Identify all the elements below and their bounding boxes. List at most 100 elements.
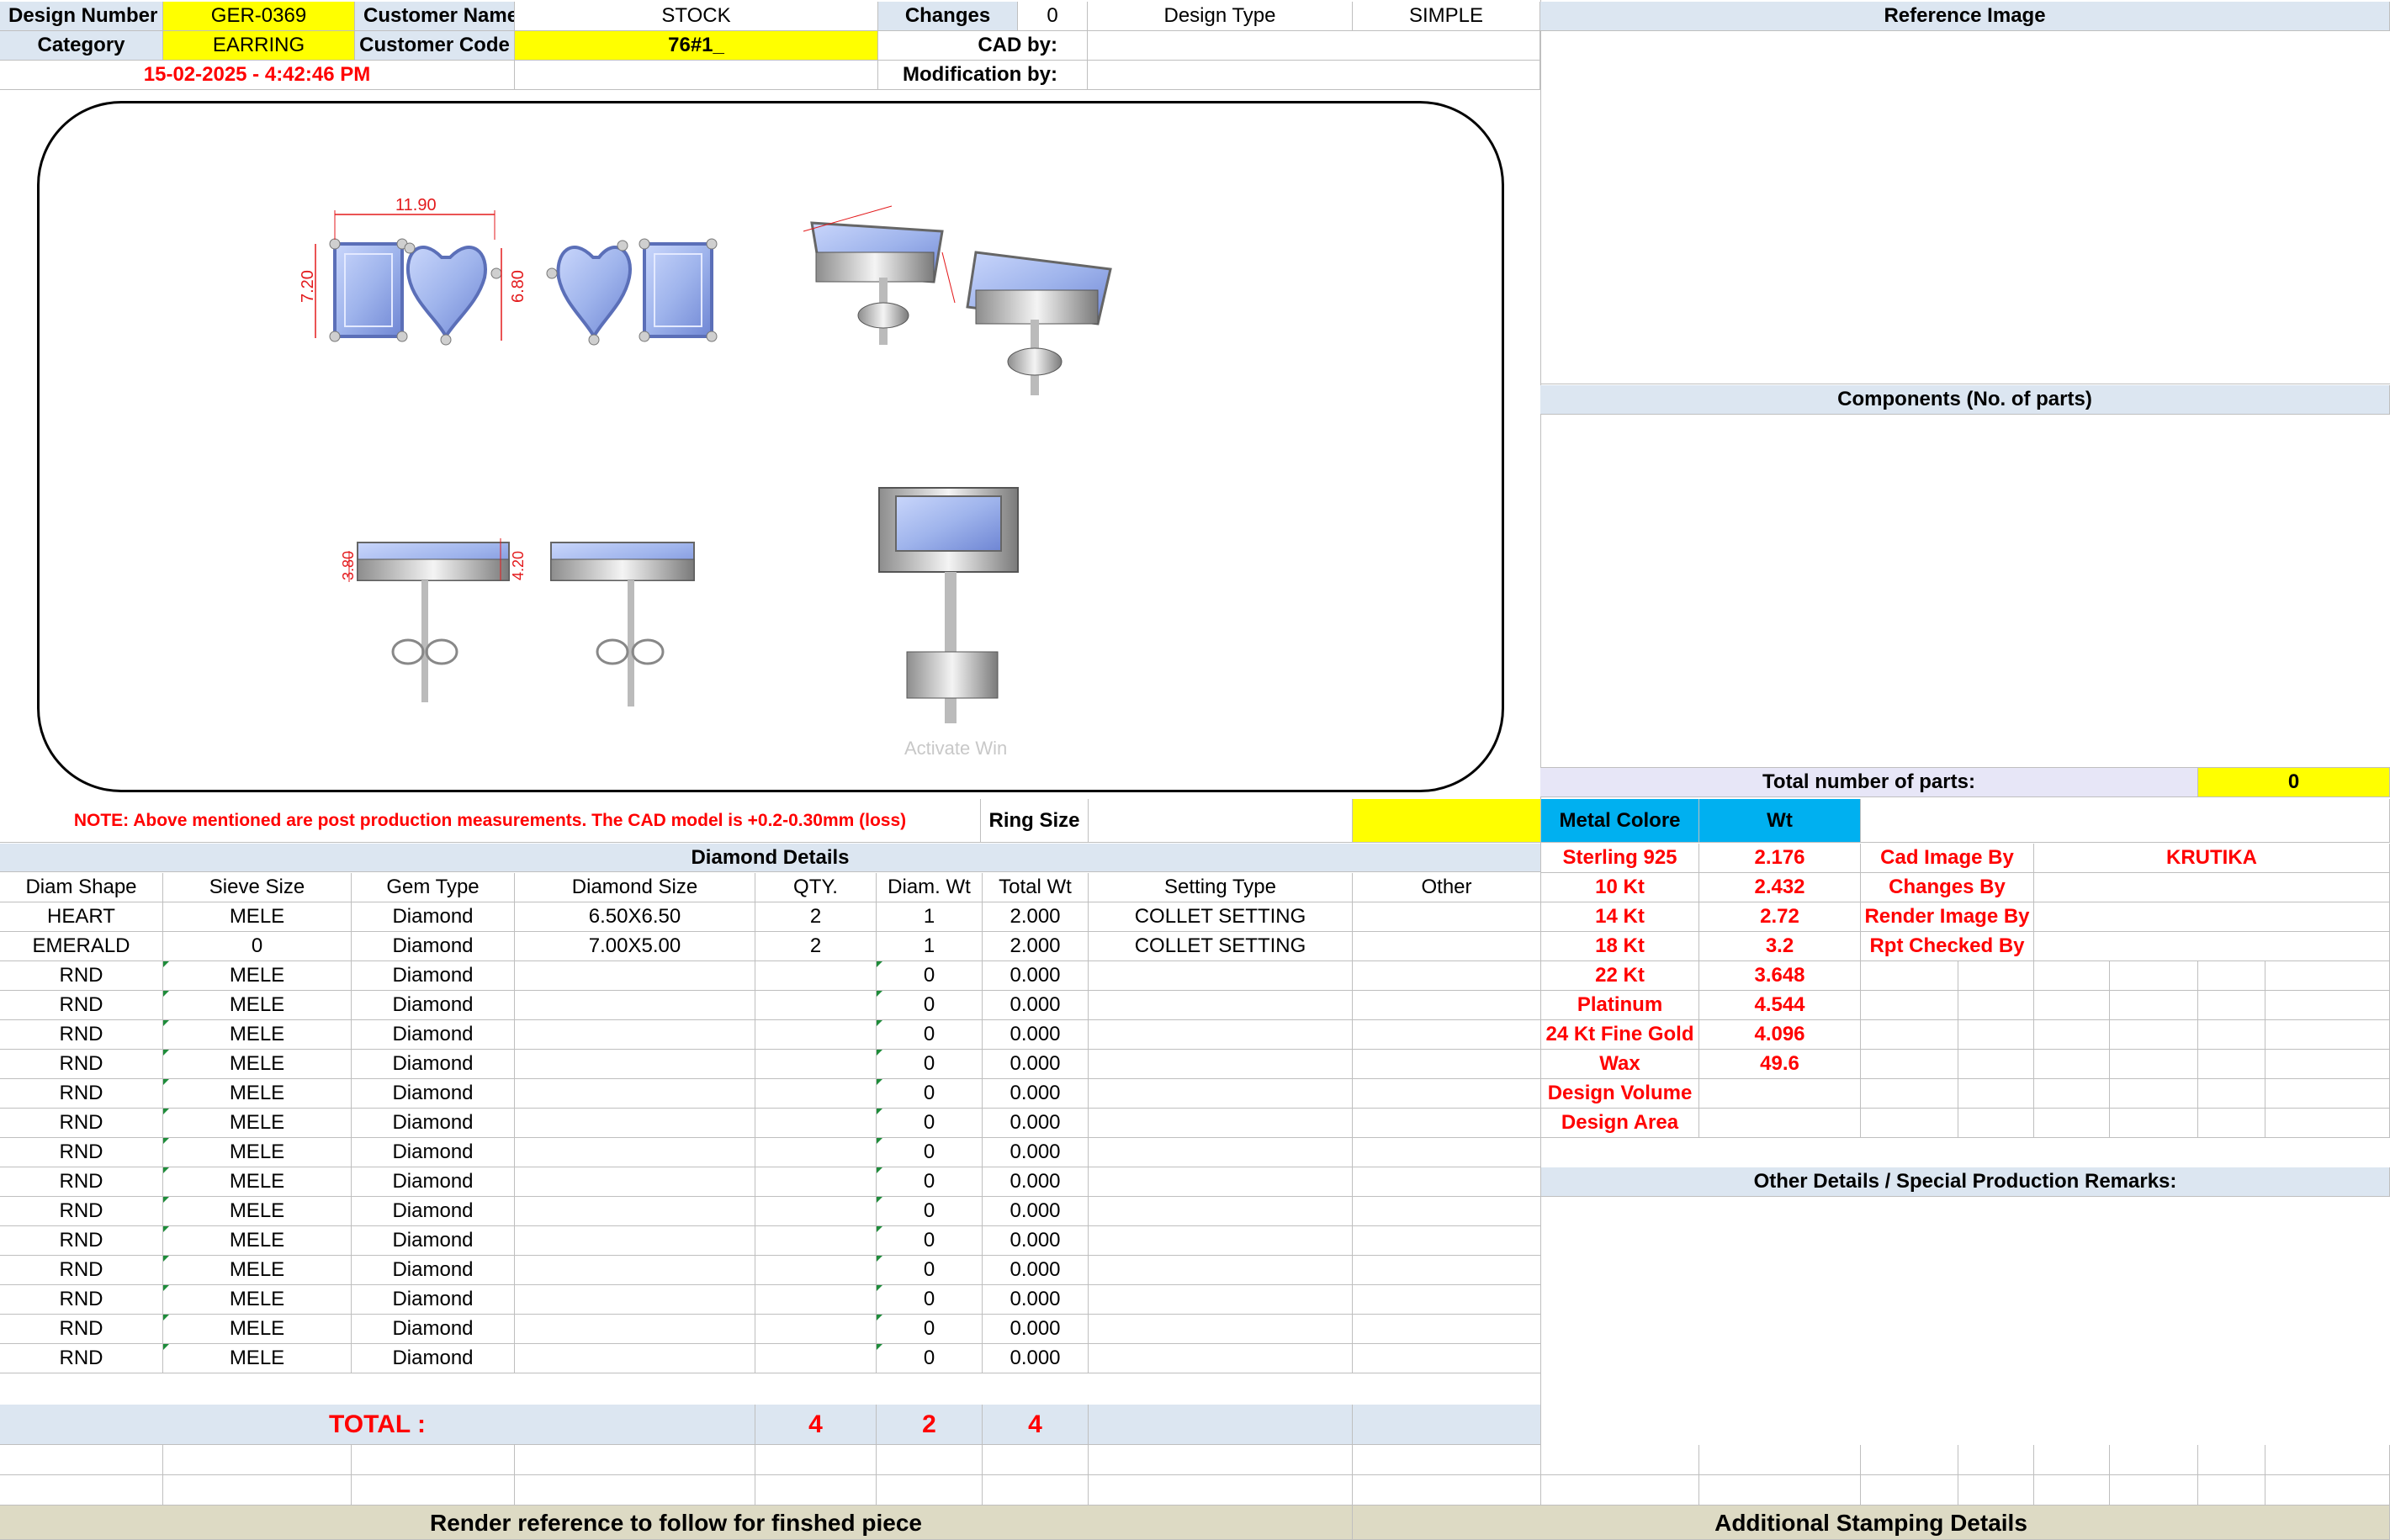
cell-diam-shape[interactable]: RND xyxy=(0,991,163,1020)
cell-diam-wt[interactable]: 0 xyxy=(877,1020,983,1050)
grid-cell[interactable] xyxy=(2110,1020,2198,1050)
grid-cell[interactable] xyxy=(2110,1109,2198,1138)
blank-cell[interactable] xyxy=(1958,1445,2034,1475)
cell-other[interactable] xyxy=(1353,1079,1541,1109)
grid-cell[interactable] xyxy=(1958,1109,2034,1138)
cell-diam-wt[interactable]: 1 xyxy=(877,902,983,932)
cell-other[interactable] xyxy=(1353,991,1541,1020)
cell-total-wt[interactable]: 0.000 xyxy=(983,1226,1089,1256)
cell-diamond-size[interactable] xyxy=(515,1020,755,1050)
grid-cell[interactable] xyxy=(1958,961,2034,991)
cell-diamond-size[interactable] xyxy=(515,1167,755,1197)
cell-diam-shape[interactable]: RND xyxy=(0,961,163,991)
cell-total-wt[interactable]: 0.000 xyxy=(983,1315,1089,1344)
cell-diam-wt[interactable]: 0 xyxy=(877,1315,983,1344)
cell-sieve-size[interactable]: MELE xyxy=(163,1256,352,1285)
grid-cell[interactable] xyxy=(2034,991,2110,1020)
cell-diam-wt[interactable]: 0 xyxy=(877,1344,983,1373)
cell-total-wt[interactable]: 0.000 xyxy=(983,1285,1089,1315)
cell-setting-type[interactable] xyxy=(1089,1197,1353,1226)
cell-sieve-size[interactable]: MELE xyxy=(163,1285,352,1315)
cell-sieve-size[interactable]: MELE xyxy=(163,1344,352,1373)
ring-size-value[interactable] xyxy=(1089,799,1353,843)
cell-diam-shape[interactable]: RND xyxy=(0,1256,163,1285)
blank-cell[interactable] xyxy=(1353,1475,1541,1506)
blank-cell[interactable] xyxy=(983,1445,1089,1475)
cell-diamond-size[interactable] xyxy=(515,1315,755,1344)
cell-diamond-size[interactable] xyxy=(515,961,755,991)
blank-cell[interactable] xyxy=(515,1475,755,1506)
cell-total-wt[interactable]: 0.000 xyxy=(983,1197,1089,1226)
grid-cell[interactable] xyxy=(2034,1020,2110,1050)
cell-other[interactable] xyxy=(1353,1226,1541,1256)
cell-setting-type[interactable] xyxy=(1089,1256,1353,1285)
blank-cell[interactable] xyxy=(163,1475,352,1506)
grid-cell[interactable] xyxy=(1958,1050,2034,1079)
cell-sieve-size[interactable]: 0 xyxy=(163,932,352,961)
blank-cell[interactable] xyxy=(1958,1475,2034,1506)
cell-diam-shape[interactable]: EMERALD xyxy=(0,932,163,961)
metal-weight[interactable]: 2.72 xyxy=(1699,902,1861,932)
cell-diam-wt[interactable]: 0 xyxy=(877,1109,983,1138)
cell-setting-type[interactable] xyxy=(1089,1167,1353,1197)
cell-sieve-size[interactable]: MELE xyxy=(163,1226,352,1256)
grid-cell[interactable] xyxy=(2265,1020,2390,1050)
cell-sieve-size[interactable]: MELE xyxy=(163,991,352,1020)
blank-cell[interactable] xyxy=(1861,1475,1958,1506)
grid-cell[interactable] xyxy=(2265,1079,2390,1109)
cell-setting-type[interactable] xyxy=(1089,1226,1353,1256)
cell-sieve-size[interactable]: MELE xyxy=(163,1109,352,1138)
blank-cell[interactable] xyxy=(983,1475,1089,1506)
cell-qty[interactable] xyxy=(755,1020,877,1050)
blank-cell[interactable] xyxy=(1699,1475,1861,1506)
cell-diam-shape[interactable]: RND xyxy=(0,1285,163,1315)
cell-diam-wt[interactable]: 0 xyxy=(877,1256,983,1285)
metal-weight[interactable]: 2.176 xyxy=(1699,844,1861,873)
cell-diam-shape[interactable]: HEART xyxy=(0,902,163,932)
blank-cell[interactable] xyxy=(2110,1475,2198,1506)
blank-cell[interactable] xyxy=(1541,1475,1699,1506)
metal-weight[interactable] xyxy=(1699,1109,1861,1138)
blank-cell[interactable] xyxy=(0,1445,163,1475)
cell-diam-wt[interactable]: 0 xyxy=(877,1197,983,1226)
cell-other[interactable] xyxy=(1353,1050,1541,1079)
cell-other[interactable] xyxy=(1353,1256,1541,1285)
cell-total-wt[interactable]: 2.000 xyxy=(983,902,1089,932)
grid-cell[interactable] xyxy=(2198,1109,2265,1138)
cell-qty[interactable] xyxy=(755,991,877,1020)
cell-diam-shape[interactable]: RND xyxy=(0,1079,163,1109)
cell-sieve-size[interactable]: MELE xyxy=(163,1315,352,1344)
grid-cell[interactable] xyxy=(2198,1020,2265,1050)
blank-cell[interactable] xyxy=(1089,1445,1353,1475)
metal-weight[interactable]: 4.544 xyxy=(1699,991,1861,1020)
cell-sieve-size[interactable]: MELE xyxy=(163,1050,352,1079)
cell-qty[interactable] xyxy=(755,1197,877,1226)
cell-setting-type[interactable] xyxy=(1089,1285,1353,1315)
cell-diam-shape[interactable]: RND xyxy=(0,1344,163,1373)
cell-other[interactable] xyxy=(1353,1197,1541,1226)
cell-diamond-size[interactable] xyxy=(515,1138,755,1167)
ring-size-highlight[interactable] xyxy=(1353,799,1541,843)
cell-total-wt[interactable]: 0.000 xyxy=(983,1079,1089,1109)
blank-cell[interactable] xyxy=(877,1445,983,1475)
cell-gem-type[interactable]: Diamond xyxy=(352,902,515,932)
cell-gem-type[interactable]: Diamond xyxy=(352,1109,515,1138)
cell-qty[interactable] xyxy=(755,1050,877,1079)
cell-qty[interactable] xyxy=(755,1226,877,1256)
cell-setting-type[interactable] xyxy=(1089,1138,1353,1167)
total-parts-value[interactable]: 0 xyxy=(2198,768,2390,797)
metal-weight[interactable] xyxy=(1699,1079,1861,1109)
cell-total-wt[interactable]: 2.000 xyxy=(983,932,1089,961)
cell-qty[interactable] xyxy=(755,1344,877,1373)
credit-value[interactable]: KRUTIKA xyxy=(2034,844,2390,873)
cell-setting-type[interactable] xyxy=(1089,961,1353,991)
cell-setting-type[interactable] xyxy=(1089,1050,1353,1079)
blank-cell[interactable] xyxy=(352,1445,515,1475)
cell-diamond-size[interactable] xyxy=(515,991,755,1020)
blank-cell[interactable] xyxy=(1353,1445,1541,1475)
cell-total-wt[interactable]: 0.000 xyxy=(983,1167,1089,1197)
grid-cell[interactable] xyxy=(2198,1079,2265,1109)
grid-cell[interactable] xyxy=(2034,1109,2110,1138)
cell-total-wt[interactable]: 0.000 xyxy=(983,1109,1089,1138)
cell-other[interactable] xyxy=(1353,1167,1541,1197)
